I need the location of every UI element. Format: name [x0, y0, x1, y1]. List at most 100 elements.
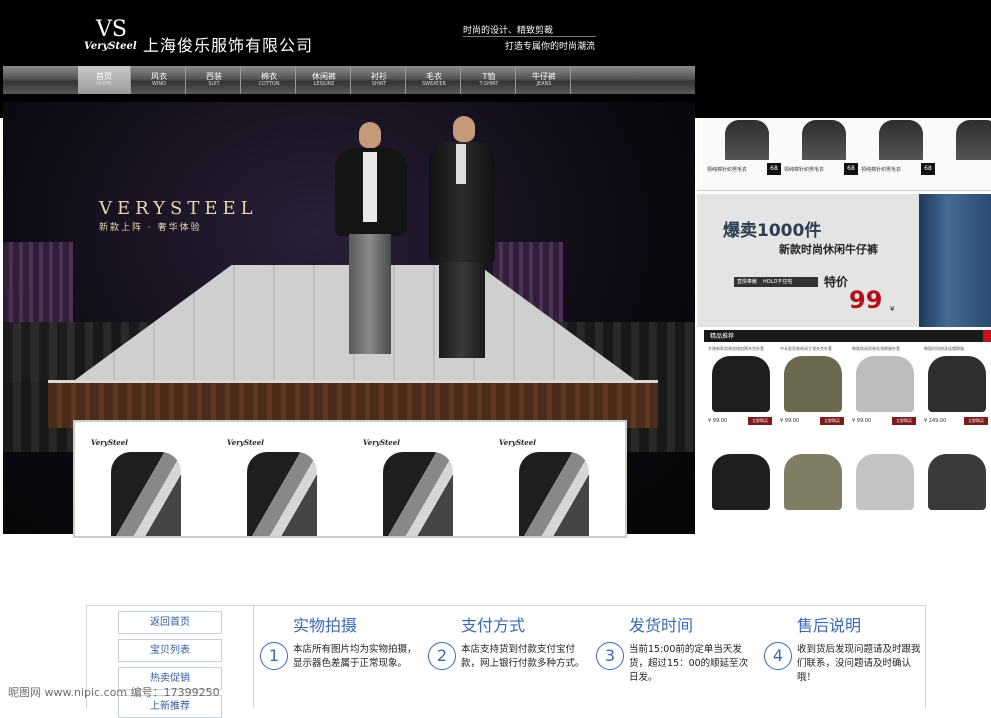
nav-item-label: 休闲裤: [312, 72, 336, 81]
nav-item-sub: SHIRT: [371, 81, 387, 87]
slogan-line-2: 打造专属你的时尚潮流: [505, 42, 596, 52]
product-brand: VerySteel: [91, 438, 128, 447]
jacket-price: ¥ 99.00: [780, 418, 800, 424]
info-description: 本店支持货到付款支付宝付款，网上银行付款多种方式。: [461, 644, 585, 669]
jacket-card[interactable]: 韩版时尚修身连帽棉服 ¥ 249.00 立即购买: [922, 342, 991, 438]
main-nav: 首页 HOME 风衣 WIND 西装 SUIT 棉衣 COTTON 休闲裤 LEISURE 衬衫 SH…: [3, 66, 695, 94]
jacket-card[interactable]: 韩版休闲男装毛领棉服外套 ¥ 99.00 立即购买: [850, 342, 920, 438]
nav-item-label: T恤: [482, 72, 496, 81]
nav-item-sweater[interactable]: 毛衣 SWEATER: [408, 66, 461, 94]
nav-item-leisure[interactable]: 休闲裤 LEISURE: [298, 66, 351, 94]
sweater-image: [111, 452, 181, 536]
slogan-divider: [463, 36, 596, 37]
promo-badge-right: HOLD不住啦: [763, 279, 793, 285]
sidebar-link[interactable]: 宝贝列表: [118, 639, 222, 662]
thumb-title: 领纯棉针织男毛衣: [861, 167, 902, 173]
nav-item-suit[interactable]: 西装 SUIT: [188, 66, 241, 94]
jeans-image: [919, 194, 991, 327]
sweater-image: [383, 452, 453, 536]
jeans-promo-banner[interactable]: 爆卖1000件 新款时尚休闲牛仔裤 直情奉献 HOLD不住啦 特价 99 ¥: [697, 194, 991, 327]
jacket-card[interactable]: 中长款男装休闲立领夹克外套 ¥ 99.00 立即购买: [778, 342, 848, 438]
product-strip: VerySteel VerySteel VerySteel VerySteel: [73, 420, 627, 538]
info-number: 2: [428, 642, 456, 670]
model-figure-right: [423, 116, 503, 362]
thumb-price: 68: [921, 163, 935, 175]
nav-item-sub: JEANS: [536, 81, 552, 87]
thumb-image[interactable]: [802, 120, 846, 160]
nav-item-sub: LEISURE: [313, 81, 335, 87]
buy-now-button[interactable]: 立即购买: [820, 417, 844, 425]
thumb-price: 68: [844, 163, 858, 175]
hero-brand-subtitle: 新款上阵 · 奢华体验: [99, 223, 202, 233]
nav-item-home[interactable]: 首页 HOME: [78, 66, 131, 94]
nav-item-label: 首页: [96, 72, 112, 81]
info-title: 支付方式: [461, 616, 526, 635]
jacket-price: ¥ 249.00: [924, 418, 947, 424]
jacket-image: [928, 454, 986, 510]
thumb-title: 领纯棉针织男毛衣: [707, 167, 748, 173]
sweater-image: [519, 452, 589, 536]
jacket-image: [928, 356, 986, 412]
promo-badge: 直情奉献 HOLD不住啦: [734, 277, 818, 287]
jacket-image: [784, 356, 842, 412]
jacket-card[interactable]: [922, 440, 991, 536]
jacket-price: ¥ 99.00: [852, 418, 872, 424]
info-number: 4: [764, 642, 792, 670]
jacket-card[interactable]: 冬装新款男装加绒加厚夹克外套 ¥ 99.00 立即购买: [706, 342, 776, 438]
thumb-image[interactable]: [956, 120, 991, 160]
nav-item-jeans[interactable]: 牛仔裤 JEANS: [518, 66, 571, 94]
info-title: 实物拍摄: [293, 616, 358, 635]
product-card[interactable]: VerySteel: [227, 422, 347, 536]
info-number: 1: [260, 642, 288, 670]
promo-subtitle: 新款时尚休闲牛仔裤: [779, 243, 878, 256]
promo-currency: ¥: [890, 305, 895, 313]
model-figure-left: [321, 122, 421, 362]
nav-item-t-shirt[interactable]: T恤 T-SHIRT: [463, 66, 516, 94]
promo-headline: 爆卖1000件: [723, 221, 822, 241]
logo-text[interactable]: VerySteel: [84, 41, 137, 52]
product-brand: VerySteel: [363, 438, 400, 447]
featured-title: 精品推荐: [710, 333, 735, 340]
jacket-image: [712, 454, 770, 510]
jacket-title: 中长款男装休闲立领夹克外套: [780, 346, 832, 351]
jacket-title: 韩版时尚修身连帽棉服: [924, 346, 964, 351]
buy-now-button[interactable]: 立即购买: [892, 417, 916, 425]
hero-brand-title: VERYSTEEL: [99, 198, 258, 219]
thumb-price: 68: [767, 163, 781, 175]
product-card[interactable]: VerySteel: [363, 422, 483, 536]
nav-item-cotton[interactable]: 棉衣 COTTON: [243, 66, 296, 94]
jacket-card[interactable]: [778, 440, 848, 536]
product-brand: VerySteel: [499, 438, 536, 447]
nav-item-wind[interactable]: 风衣 WIND: [133, 66, 186, 94]
product-card[interactable]: VerySteel: [499, 422, 619, 536]
featured-header: 精品推荐: [704, 330, 991, 342]
jacket-title: 韩版休闲男装毛领棉服外套: [852, 346, 900, 351]
thumb-image[interactable]: [879, 120, 923, 160]
jacket-image: [856, 454, 914, 510]
sidebar-link[interactable]: 返回首页: [118, 611, 222, 634]
nav-item-label: 牛仔裤: [532, 72, 556, 81]
product-brand: VerySteel: [227, 438, 264, 447]
info-side-divider: [253, 605, 254, 707]
buy-now-button[interactable]: 立即购买: [964, 417, 988, 425]
nav-item-sub: COTTON: [258, 81, 280, 87]
nav-item-label: 西装: [206, 72, 222, 81]
thumb-row: 领纯棉针织男毛衣68领纯棉针织男毛衣68领纯棉针织男毛衣6868: [697, 118, 991, 191]
jacket-image: [856, 356, 914, 412]
info-number: 3: [596, 642, 624, 670]
featured-grid: 冬装新款男装加绒加厚夹克外套 ¥ 99.00 立即购买 中长款男装休闲立领夹克外套…: [704, 342, 991, 534]
logo-mark[interactable]: VS: [96, 18, 127, 42]
jacket-card[interactable]: [706, 440, 776, 536]
nav-item-sub: SUIT: [208, 81, 220, 87]
nav-item-sub: SWEATER: [422, 81, 446, 87]
product-card[interactable]: VerySteel: [91, 422, 211, 536]
jacket-card[interactable]: [850, 440, 920, 536]
nav-item-label: 棉衣: [261, 72, 277, 81]
jacket-price: ¥ 99.00: [708, 418, 728, 424]
promo-special-label: 特价: [824, 275, 849, 289]
nav-item-label: 毛衣: [426, 72, 442, 81]
jacket-image: [784, 454, 842, 510]
thumb-image[interactable]: [725, 120, 769, 160]
nav-item-shirt[interactable]: 衬衫 SHIRT: [353, 66, 406, 94]
buy-now-button[interactable]: 立即购买: [748, 417, 772, 425]
